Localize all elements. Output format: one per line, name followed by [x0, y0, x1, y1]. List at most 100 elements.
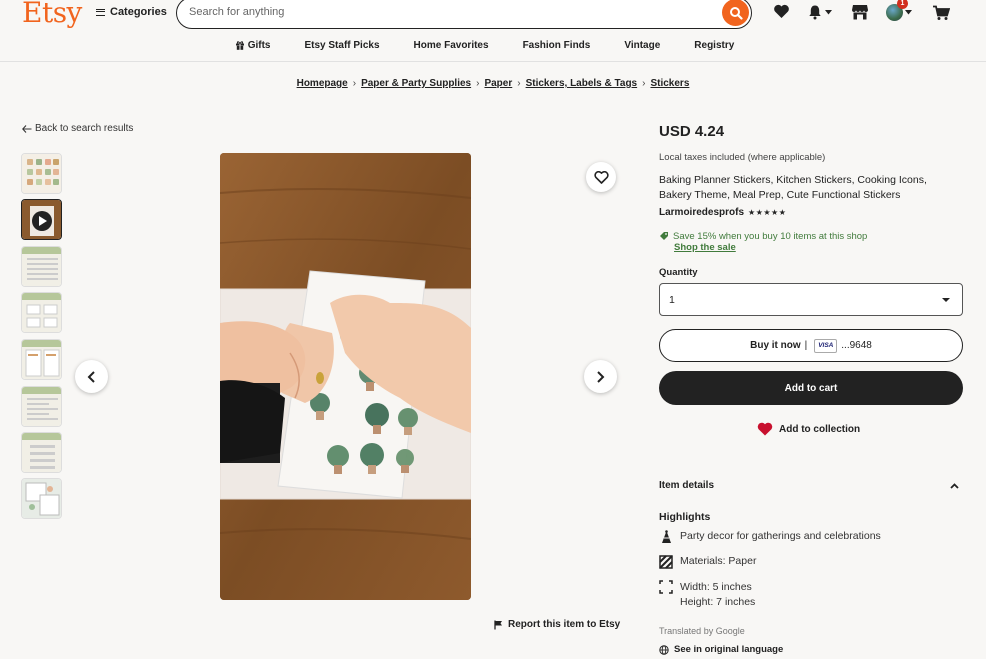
- thumbnail-image: [22, 200, 61, 239]
- heart-icon: [774, 4, 789, 18]
- nav-label: Vintage: [624, 39, 661, 51]
- product-photo: [220, 153, 471, 600]
- thumbnail-4[interactable]: [21, 292, 62, 333]
- quantity-label: Quantity: [659, 267, 698, 278]
- breadcrumb-link[interactable]: Paper & Party Supplies: [361, 78, 471, 89]
- report-label: Report this item to Etsy: [508, 619, 621, 630]
- add-to-collection-button[interactable]: Add to collection: [757, 422, 860, 436]
- nav-item-gifts[interactable]: Gifts: [235, 37, 288, 53]
- thumbnail-image: [22, 154, 61, 193]
- see-original-language-link[interactable]: See in original language: [659, 644, 783, 655]
- thumbnail-video[interactable]: [21, 199, 62, 240]
- breadcrumb-link[interactable]: Homepage: [297, 78, 348, 89]
- next-image-button[interactable]: [584, 360, 617, 393]
- back-link-label: Back to search results: [35, 123, 134, 134]
- back-to-search-link[interactable]: Back to search results: [22, 123, 133, 134]
- add-to-collection-label: Add to collection: [779, 423, 861, 435]
- thumbnail-6[interactable]: [21, 386, 62, 427]
- previous-image-button[interactable]: [75, 360, 108, 393]
- shop-rating-stars[interactable]: ★★★★★: [748, 208, 786, 217]
- breadcrumb-separator: ›: [476, 78, 480, 89]
- report-item-link[interactable]: Report this item to Etsy: [494, 619, 620, 630]
- highlight-text: Party decor for gatherings and celebrati…: [680, 530, 881, 542]
- thumbnail-image: [22, 387, 61, 426]
- party-icon: [659, 530, 673, 544]
- nav-label: Fashion Finds: [522, 39, 591, 51]
- dimensions-icon: [659, 580, 673, 594]
- breadcrumb-separator: ›: [642, 78, 646, 89]
- bell-icon: [809, 5, 821, 20]
- heart-filled-icon: [757, 422, 773, 436]
- chevron-down-icon: [825, 9, 832, 14]
- add-to-cart-button[interactable]: Add to cart: [659, 371, 963, 405]
- sale-text: Save 15% when you buy 10 items at this s…: [673, 231, 868, 242]
- header-divider: [0, 61, 986, 62]
- nav-label: Home Favorites: [413, 39, 489, 51]
- thumbnail-1[interactable]: [21, 153, 62, 194]
- visa-card-icon: VISA: [814, 338, 838, 353]
- shop-name-link[interactable]: Larmoiredesprofs: [659, 207, 744, 218]
- nav-item-vintage[interactable]: Vintage: [607, 37, 677, 53]
- nav-item-staff-picks[interactable]: Etsy Staff Picks: [287, 37, 396, 53]
- thumbnail-3[interactable]: [21, 246, 62, 287]
- notifications-button[interactable]: [807, 4, 832, 20]
- etsy-logo[interactable]: Etsy: [22, 0, 82, 29]
- arrow-left-icon: [22, 124, 32, 133]
- item-details-header: Item details: [659, 480, 715, 491]
- breadcrumb-separator: ›: [352, 78, 357, 89]
- material-icon: [659, 555, 673, 569]
- quantity-select[interactable]: 1: [659, 283, 963, 316]
- nav-label: Registry: [694, 39, 735, 51]
- listing-price: USD 4.24: [659, 123, 725, 140]
- shop-manager-button[interactable]: [851, 4, 869, 20]
- heart-outline-icon: [593, 170, 609, 184]
- shop-the-sale-link[interactable]: Shop the sale: [674, 242, 736, 253]
- nav-item-home-favorites[interactable]: Home Favorites: [397, 37, 506, 53]
- account-button[interactable]: 1: [886, 0, 912, 21]
- breadcrumb: Homepage › Paper & Party Supplies › Pape…: [0, 78, 986, 89]
- buy-now-label: Buy it now: [750, 340, 801, 351]
- buy-now-separator: |: [804, 340, 808, 351]
- cart-button[interactable]: [932, 5, 950, 21]
- cart-badge: 1: [897, 0, 908, 9]
- highlight-text: Height: 7 inches: [680, 595, 756, 608]
- shop-info: Larmoiredesprofs ★★★★★: [659, 207, 786, 218]
- nav-label: Gifts: [247, 39, 271, 51]
- categories-button[interactable]: Categories: [96, 6, 167, 18]
- card-digits: ...9648: [841, 340, 872, 351]
- breadcrumb-separator: ›: [517, 78, 521, 89]
- thumbnail-image: [22, 433, 61, 472]
- favorites-button[interactable]: [773, 4, 790, 19]
- thumbnail-8[interactable]: [21, 478, 62, 519]
- thumbnail-7[interactable]: [21, 432, 62, 473]
- nav-item-fashion-finds[interactable]: Fashion Finds: [506, 37, 608, 53]
- search-input[interactable]: [189, 6, 709, 18]
- chevron-right-icon: [597, 370, 605, 383]
- favorite-item-button[interactable]: [586, 162, 616, 192]
- highlight-row: Materials: Paper: [659, 555, 756, 569]
- caret-down-icon: [942, 298, 950, 302]
- cart-icon: [933, 5, 950, 20]
- thumbnail-5[interactable]: [21, 339, 62, 380]
- item-details-toggle[interactable]: Item details: [659, 480, 963, 491]
- breadcrumb-link[interactable]: Stickers: [650, 78, 689, 89]
- highlight-text: Width: 5 inches: [680, 581, 752, 593]
- highlights-heading: Highlights: [659, 511, 711, 523]
- flag-icon: [494, 620, 502, 629]
- thumbnail-image: [22, 479, 61, 518]
- breadcrumb-link[interactable]: Paper: [484, 78, 512, 89]
- buy-it-now-button[interactable]: Buy it now | VISA ...9648: [659, 329, 963, 362]
- search-button[interactable]: [722, 0, 749, 26]
- breadcrumb-link[interactable]: Stickers, Labels & Tags: [526, 78, 638, 89]
- nav-item-registry[interactable]: Registry: [677, 37, 751, 53]
- highlight-row: Party decor for gatherings and celebrati…: [659, 530, 881, 544]
- search-bar: [176, 0, 752, 29]
- sale-promo: Save 15% when you buy 10 items at this s…: [659, 231, 867, 242]
- listing-main-image[interactable]: [220, 153, 471, 600]
- gift-icon: [235, 41, 244, 50]
- globe-icon: [659, 644, 669, 655]
- chevron-left-icon: [87, 370, 95, 383]
- thumbnail-image: [22, 293, 61, 332]
- search-icon: [729, 6, 743, 20]
- avatar: 1: [886, 0, 908, 21]
